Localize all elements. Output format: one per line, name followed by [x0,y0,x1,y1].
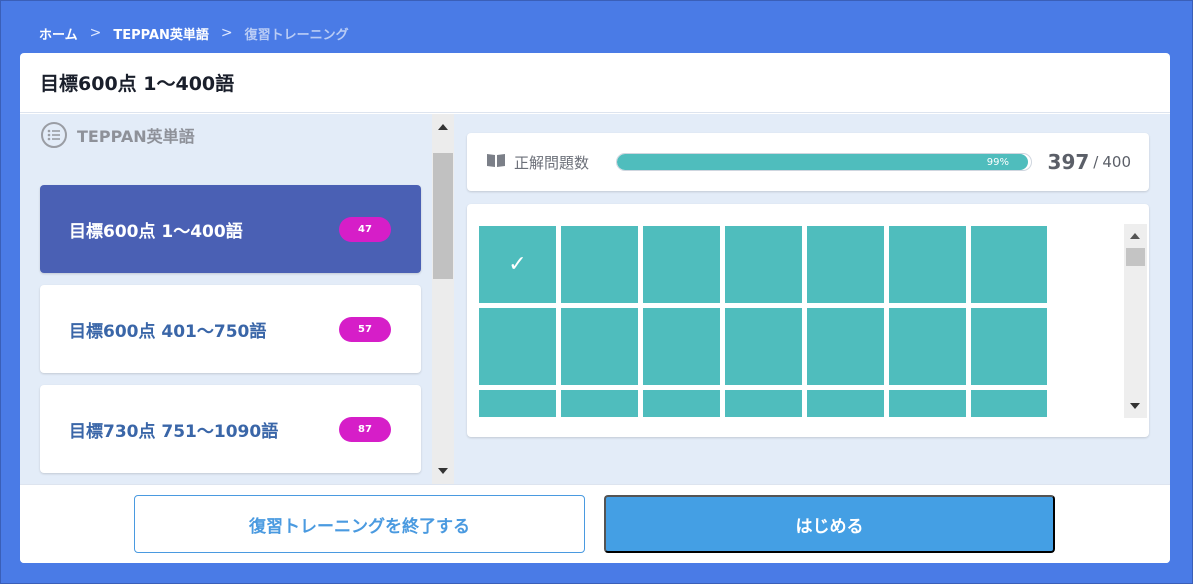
check-icon: ✓ [508,252,527,277]
breadcrumb-current: 復習トレーニング [244,27,349,43]
course-list-heading: TEPPAN英単語 [41,122,195,148]
question-grid: ✓ [479,226,1047,417]
question-cell[interactable] [971,226,1047,303]
count-badge: 57 [339,316,391,342]
progress-label-text: 正解問題数 [514,153,590,172]
progress-count-slash: / [1093,153,1099,171]
question-cell[interactable] [725,308,802,385]
question-grid-card: ✓ [467,204,1149,437]
question-cell[interactable] [971,308,1047,385]
scrollbar-thumb[interactable] [1126,248,1145,266]
question-cell[interactable] [889,390,966,417]
footer: 復習トレーニングを終了する はじめる [20,484,1170,563]
card-header: 目標600点 1〜400語 [20,53,1170,113]
question-cell[interactable] [889,226,966,303]
course-item-label: 目標730点 751〜1090語 [69,421,279,442]
course-item-751-1090[interactable]: 目標730点 751〜1090語 87 [40,385,421,473]
start-button[interactable]: はじめる [604,495,1055,553]
scroll-up-arrow-icon[interactable] [438,124,448,130]
list-icon [41,122,67,148]
count-badge: 87 [339,416,391,442]
question-cell[interactable] [889,308,966,385]
question-grid-scrollbar[interactable] [1124,224,1147,418]
book-icon [486,152,506,172]
breadcrumb-teppan[interactable]: TEPPAN英単語 [113,24,209,43]
question-cell[interactable]: ✓ [479,226,556,303]
course-list-scrollbar[interactable] [432,114,454,484]
end-training-button[interactable]: 復習トレーニングを終了する [134,495,585,553]
course-list-heading-label: TEPPAN英単語 [77,127,195,146]
course-item-401-750[interactable]: 目標600点 401〜750語 57 [40,285,421,373]
course-item-label: 目標600点 1〜400語 [69,221,243,242]
question-cell[interactable] [561,390,638,417]
question-cell[interactable] [643,308,720,385]
progress-card: 正解問題数 99% 397 / 400 [467,133,1149,191]
breadcrumb-home[interactable]: ホーム [39,24,78,43]
question-cell[interactable] [479,308,556,385]
question-cell[interactable] [561,226,638,303]
scrollbar-thumb[interactable] [433,153,453,279]
scroll-down-arrow-icon[interactable] [1130,403,1140,409]
question-cell[interactable] [561,308,638,385]
question-cell[interactable] [725,390,802,417]
breadcrumb-separator: > [220,25,233,41]
scroll-up-arrow-icon[interactable] [1130,233,1140,239]
breadcrumb-separator: > [89,25,102,41]
progress-bar-fill [617,154,1028,170]
course-item-1-400[interactable]: 目標600点 1〜400語 47 [40,185,421,273]
breadcrumb: ホーム > TEPPAN英単語 > 復習トレーニング [39,23,349,43]
card-body: TEPPAN英単語 目標600点 1〜400語 47 目標600点 401〜75… [20,114,1170,484]
progress-count-total: 400 [1102,153,1131,171]
course-list-pane: TEPPAN英単語 目標600点 1〜400語 47 目標600点 401〜75… [20,114,432,484]
question-cell[interactable] [807,390,884,417]
scroll-down-arrow-icon[interactable] [438,468,448,474]
progress-bar: 99% [616,153,1032,171]
main-card: 目標600点 1〜400語 TEPPAN英単語 目標600点 1〜400語 47… [20,53,1170,563]
progress-count: 397 / 400 [1048,133,1131,191]
question-cell[interactable] [971,390,1047,417]
progress-count-done: 397 [1047,150,1090,174]
question-cell[interactable] [479,390,556,417]
progress-percent: 99% [986,156,1009,168]
progress-label: 正解問題数 [486,133,589,191]
question-cell[interactable] [807,226,884,303]
question-cell[interactable] [643,226,720,303]
question-cell[interactable] [725,226,802,303]
question-cell[interactable] [807,308,884,385]
course-item-label: 目標600点 401〜750語 [69,321,267,342]
question-cell[interactable] [643,390,720,417]
count-badge: 47 [339,216,391,242]
page-title: 目標600点 1〜400語 [40,73,235,95]
